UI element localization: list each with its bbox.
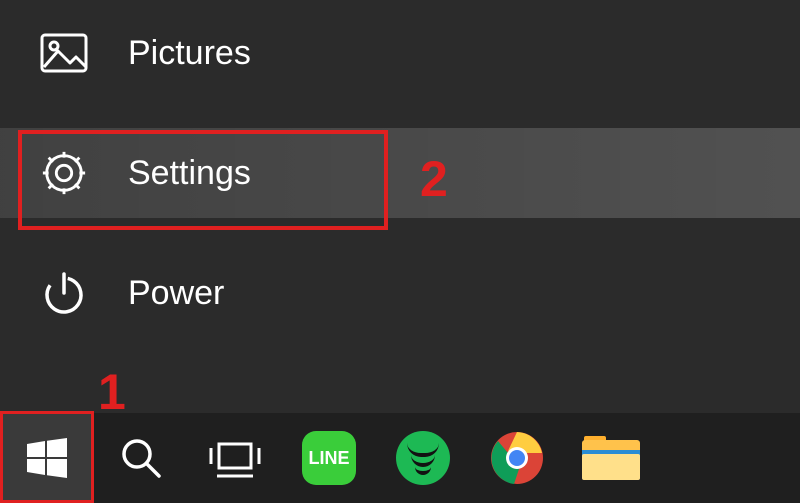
start-menu: Pictures Settings Power <box>0 0 800 413</box>
chrome-icon <box>490 431 544 485</box>
annotation-2: 2 <box>420 150 448 208</box>
power-icon <box>40 269 88 317</box>
start-button[interactable] <box>0 413 94 503</box>
pictures-icon <box>40 29 88 77</box>
line-icon: LINE <box>302 431 356 485</box>
taskbar-app-line[interactable]: LINE <box>282 413 376 503</box>
spotify-icon <box>396 431 450 485</box>
search-icon <box>117 434 165 482</box>
menu-item-pictures[interactable]: Pictures <box>0 8 800 98</box>
menu-item-power[interactable]: Power <box>0 248 800 338</box>
gear-icon <box>40 149 88 197</box>
menu-item-label: Pictures <box>128 34 251 73</box>
taskbar-app-spotify[interactable] <box>376 413 470 503</box>
file-explorer-icon <box>582 436 640 480</box>
windows-logo-icon <box>23 434 71 482</box>
search-button[interactable] <box>94 413 188 503</box>
taskbar: LINE <box>0 413 800 503</box>
taskbar-app-chrome[interactable] <box>470 413 564 503</box>
task-view-icon <box>209 436 261 480</box>
menu-item-label: Power <box>128 274 224 313</box>
task-view-button[interactable] <box>188 413 282 503</box>
taskbar-app-file-explorer[interactable] <box>564 413 658 503</box>
menu-item-settings[interactable]: Settings <box>0 128 800 218</box>
menu-item-label: Settings <box>128 154 251 193</box>
